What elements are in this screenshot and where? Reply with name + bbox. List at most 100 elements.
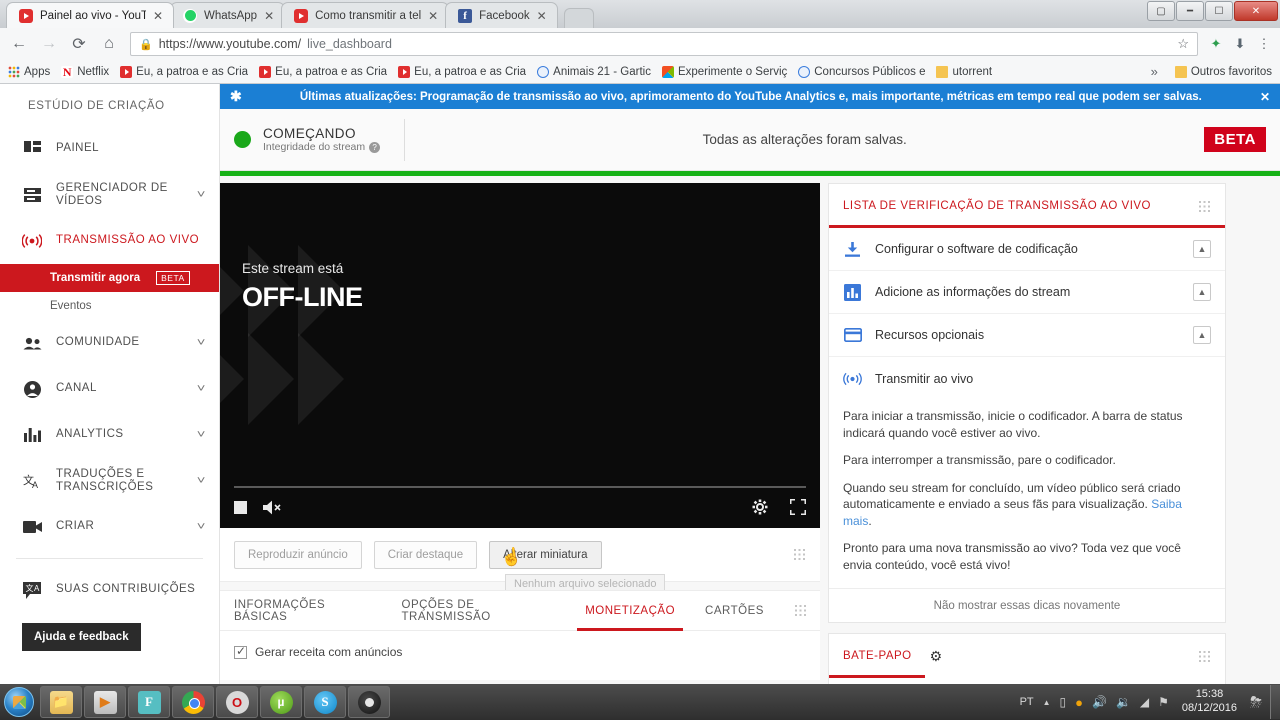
download-icon[interactable]: ⬇	[1230, 34, 1250, 54]
taskbar-skype[interactable]: S	[304, 686, 346, 718]
action-center-icon[interactable]: ⚑	[1158, 695, 1169, 709]
browser-tab-4[interactable]: f Facebook ✕	[445, 2, 558, 28]
close-icon[interactable]: ✕	[1260, 90, 1270, 104]
battery-icon[interactable]: ▯	[1060, 695, 1067, 709]
tab-cartoes[interactable]: CARTÕES	[705, 591, 764, 631]
bookmark-microsoft[interactable]: Experimente o Serviç	[661, 65, 787, 78]
volume-icon[interactable]: 🔉	[1116, 695, 1131, 709]
drag-handle-icon[interactable]	[1198, 199, 1211, 213]
expand-tray-icon[interactable]: ▲	[1043, 698, 1051, 707]
taskbar-obs[interactable]	[348, 686, 390, 718]
tab-opcoes-de-transmissao[interactable]: OPÇÕES DE TRANSMISSÃO	[402, 591, 556, 631]
start-button[interactable]	[4, 687, 34, 717]
mute-icon[interactable]	[263, 500, 282, 515]
taskbar-format-factory[interactable]: F	[128, 686, 170, 718]
sidebar-item-contribuicoes[interactable]: 文A SUAS CONTRIBUIÇÕES	[0, 567, 219, 613]
chrome-menu-icon[interactable]: ⋮	[1254, 34, 1274, 54]
bookmark-youtube-3[interactable]: Eu, a patroa e as Crian	[398, 65, 526, 78]
forward-icon[interactable]: →	[36, 31, 62, 57]
restore-icon[interactable]: ▢	[1147, 1, 1175, 21]
new-tab-button[interactable]	[563, 8, 594, 28]
close-icon[interactable]: ✕	[537, 9, 547, 23]
sidebar-item-criar[interactable]: CRIAR ˅	[0, 504, 219, 550]
sound-icon[interactable]: 🔊	[1092, 695, 1107, 709]
checklist-item-go-live[interactable]: Transmitir ao vivo	[829, 357, 1225, 400]
dismiss-tips-link[interactable]: Não mostrar essas dicas novamente	[829, 588, 1225, 622]
reproduzir-anuncio-button[interactable]: Reproduzir anúncio	[234, 540, 362, 569]
weather-icon[interactable]: ⛈	[1250, 694, 1262, 711]
bookmark-gartic[interactable]: Animais 21 - Gartic	[537, 65, 651, 78]
stop-icon[interactable]	[234, 500, 247, 514]
help-feedback-button[interactable]: Ajuda e feedback	[22, 623, 141, 651]
taskbar-clock[interactable]: 15:38 08/12/2016	[1178, 688, 1241, 716]
bookmark-star-icon[interactable]: ☆	[1177, 36, 1189, 52]
language-indicator[interactable]: PT	[1020, 696, 1034, 708]
chevron-down-icon[interactable]: ˅	[197, 521, 206, 533]
network-icon[interactable]: ◢	[1140, 695, 1149, 709]
drag-handle-icon[interactable]	[793, 604, 806, 617]
sidebar-subitem-transmitir-agora[interactable]: Transmitir agora BETA	[0, 264, 219, 292]
extension-icon[interactable]: ✦	[1206, 34, 1226, 54]
gear-icon[interactable]: ⚙	[930, 648, 943, 665]
collapse-icon[interactable]: ▲	[1193, 283, 1211, 301]
sidebar-item-comunidade[interactable]: COMUNIDADE ˅	[0, 320, 219, 366]
sidebar-item-traducoes[interactable]: 文A TRADUÇÕES E TRANSCRIÇÕES ˅	[0, 458, 219, 504]
bookmark-concursos[interactable]: Concursos Públicos e	[798, 65, 925, 78]
chevron-down-icon[interactable]: ˅	[197, 383, 206, 395]
antivirus-icon[interactable]: ●	[1075, 695, 1083, 710]
criar-destaque-button[interactable]: Criar destaque	[373, 540, 478, 569]
other-bookmarks-folder[interactable]: Outros favoritos	[1174, 65, 1272, 78]
help-icon[interactable]: ?	[369, 141, 381, 153]
browser-tab-2[interactable]: WhatsApp ✕	[170, 2, 286, 28]
bookmark-apps[interactable]: Apps	[8, 65, 50, 78]
fullscreen-icon[interactable]	[790, 499, 806, 515]
reload-icon[interactable]: ⟳	[66, 31, 92, 57]
show-desktop-button[interactable]	[1270, 685, 1280, 719]
chevron-down-icon[interactable]: ˅	[197, 189, 206, 201]
back-icon[interactable]: ←	[6, 31, 32, 57]
screen-root: Painel ao vivo - YouTube ✕ WhatsApp ✕ Co…	[0, 0, 1280, 720]
tab-informacoes-basicas[interactable]: INFORMAÇÕES BÁSICAS	[234, 591, 372, 631]
chevron-down-icon[interactable]: ˅	[197, 475, 206, 487]
sidebar-item-canal[interactable]: CANAL ˅	[0, 366, 219, 412]
gerar-receita-checkbox[interactable]	[234, 644, 247, 659]
sidebar-item-gerenciador-videos[interactable]: GERENCIADOR DE VÍDEOS ˅	[0, 172, 219, 218]
close-icon[interactable]: ✕	[153, 9, 163, 23]
chevron-down-icon[interactable]: ˅	[197, 429, 206, 441]
address-bar[interactable]: 🔒 https://www.youtube.com/ live_dashboar…	[130, 32, 1198, 56]
sidebar-item-transmissao-ao-vivo[interactable]: TRANSMISSÃO AO VIVO	[0, 218, 219, 264]
browser-tab-1[interactable]: Painel ao vivo - YouTube ✕	[6, 2, 174, 28]
bookmark-youtube-1[interactable]: Eu, a patroa e as Crian	[120, 65, 248, 78]
video-player[interactable]: Este stream está OFF-LINE	[220, 183, 820, 528]
taskbar-utorrent[interactable]: µ	[260, 686, 302, 718]
collapse-icon[interactable]: ▲	[1193, 240, 1211, 258]
taskbar-chrome[interactable]	[172, 686, 214, 718]
close-icon[interactable]: ✕	[264, 9, 274, 23]
drag-handle-icon[interactable]	[1198, 649, 1211, 663]
home-icon[interactable]: ⌂	[96, 31, 122, 57]
chevron-down-icon[interactable]: ˅	[197, 337, 206, 349]
checklist-item-optional[interactable]: Recursos opcionais ▲	[829, 314, 1225, 357]
close-window-icon[interactable]: ✕	[1234, 1, 1278, 21]
drag-handle-icon[interactable]	[793, 548, 806, 561]
bookmark-utorrent[interactable]: utorrent	[936, 65, 992, 78]
sidebar-subitem-eventos[interactable]: Eventos	[0, 292, 219, 320]
collapse-icon[interactable]: ▲	[1193, 326, 1211, 344]
bookmark-netflix[interactable]: N Netflix	[61, 65, 109, 78]
bookmark-youtube-2[interactable]: Eu, a patroa e as Crian	[259, 65, 387, 78]
taskbar-media-player[interactable]: ▶	[84, 686, 126, 718]
sidebar-item-painel[interactable]: PAINEL	[0, 126, 219, 172]
tab-monetizacao[interactable]: MONETIZAÇÃO	[577, 591, 683, 631]
sidebar-item-analytics[interactable]: ANALYTICS ˅	[0, 412, 219, 458]
checklist-item-encoder[interactable]: Configurar o software de codificação ▲	[829, 228, 1225, 271]
gear-icon[interactable]	[752, 499, 768, 515]
browser-tab-3[interactable]: Como transmitir a tela d ✕	[281, 2, 450, 28]
checklist-item-stream-info[interactable]: Adicione as informações do stream ▲	[829, 271, 1225, 314]
minimize-icon[interactable]: ━	[1176, 1, 1204, 21]
bookmarks-overflow-icon[interactable]: »	[1151, 64, 1164, 79]
taskbar-opera[interactable]: O	[216, 686, 258, 718]
maximize-icon[interactable]: ☐	[1205, 1, 1233, 21]
close-icon[interactable]: ✕	[428, 9, 438, 23]
taskbar-file-explorer[interactable]: 📁	[40, 686, 82, 718]
progress-bar[interactable]	[234, 486, 806, 488]
